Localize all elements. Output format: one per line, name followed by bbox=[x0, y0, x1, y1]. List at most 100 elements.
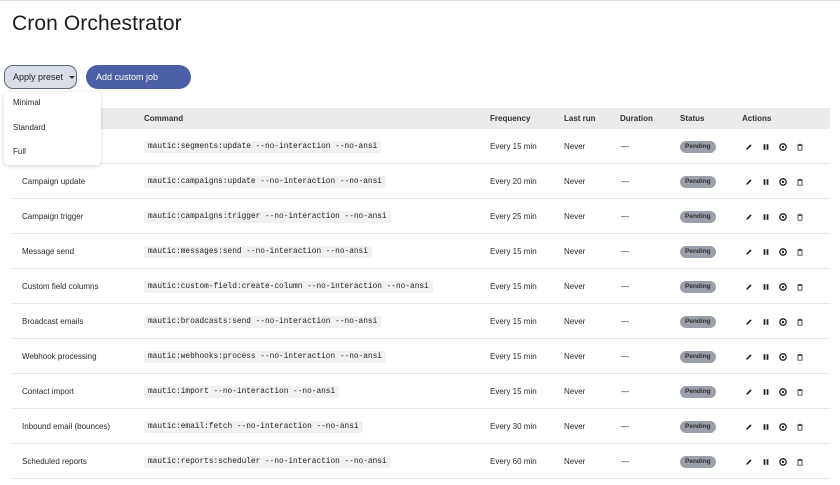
job-command: mautic:custom-field:create-column --no-i… bbox=[144, 280, 433, 293]
job-last-run: Never bbox=[564, 282, 586, 291]
top-divider bbox=[0, 0, 840, 1]
job-duration: — bbox=[621, 457, 629, 466]
play-circle-icon[interactable] bbox=[774, 417, 791, 436]
job-command: mautic:broadcasts:send --no-interaction … bbox=[144, 315, 382, 328]
trash-icon[interactable] bbox=[791, 277, 808, 296]
status-badge: Pending bbox=[680, 175, 716, 188]
pause-icon[interactable] bbox=[757, 277, 774, 296]
table-row: Custom field columns mautic:custom-field:… bbox=[12, 269, 830, 304]
pencil-icon[interactable] bbox=[740, 417, 757, 436]
pencil-icon[interactable] bbox=[740, 347, 757, 366]
play-circle-icon[interactable] bbox=[774, 382, 791, 401]
preset-option-standard[interactable]: Standard bbox=[13, 123, 45, 132]
job-duration: — bbox=[621, 282, 629, 291]
trash-icon[interactable] bbox=[791, 242, 808, 261]
add-custom-job-button[interactable]: Add custom job bbox=[86, 65, 191, 89]
job-duration: — bbox=[621, 352, 629, 361]
play-circle-icon[interactable] bbox=[774, 277, 791, 296]
pencil-icon[interactable] bbox=[740, 137, 757, 156]
play-circle-icon[interactable] bbox=[774, 242, 791, 261]
table-row: Campaign trigger mautic:campaigns:trigger… bbox=[12, 199, 830, 234]
job-duration: — bbox=[621, 212, 629, 221]
row-actions bbox=[740, 347, 808, 366]
table-row: Broadcast emails mautic:broadcasts:send -… bbox=[12, 304, 830, 339]
pencil-icon[interactable] bbox=[740, 382, 757, 401]
play-circle-icon[interactable] bbox=[774, 452, 791, 471]
play-circle-icon[interactable] bbox=[774, 312, 791, 331]
job-command: mautic:import --no-interaction --no-ansi bbox=[144, 385, 340, 398]
pencil-icon[interactable] bbox=[740, 277, 757, 296]
pause-icon[interactable] bbox=[757, 347, 774, 366]
pencil-icon[interactable] bbox=[740, 172, 757, 191]
job-command: mautic:webhooks:process --no-interaction… bbox=[144, 350, 386, 363]
header-command: Command bbox=[144, 114, 184, 123]
job-frequency: Every 15 min bbox=[490, 282, 537, 291]
status-badge: Pending bbox=[680, 385, 716, 398]
pencil-icon[interactable] bbox=[740, 207, 757, 226]
job-command: mautic:segments:update --no-interaction … bbox=[144, 140, 382, 153]
job-name: Custom field columns bbox=[22, 282, 99, 291]
job-name: Campaign update bbox=[22, 177, 86, 186]
job-last-run: Never bbox=[564, 422, 586, 431]
job-frequency: Every 15 min bbox=[490, 142, 537, 151]
job-frequency: Every 60 min bbox=[490, 457, 537, 466]
job-duration: — bbox=[621, 142, 629, 151]
pencil-icon[interactable] bbox=[740, 312, 757, 331]
trash-icon[interactable] bbox=[791, 207, 808, 226]
job-command: mautic:messages:send --no-interaction --… bbox=[144, 245, 372, 258]
trash-icon[interactable] bbox=[791, 347, 808, 366]
job-command: mautic:email:fetch --no-interaction --no… bbox=[144, 420, 363, 433]
job-name: Webhook processing bbox=[22, 352, 97, 361]
pause-icon[interactable] bbox=[757, 382, 774, 401]
play-circle-icon[interactable] bbox=[774, 172, 791, 191]
header-duration: Duration bbox=[620, 114, 653, 123]
status-badge: Pending bbox=[680, 455, 716, 468]
row-actions bbox=[740, 277, 808, 296]
pause-icon[interactable] bbox=[757, 417, 774, 436]
table-row: Campaign update mautic:campaigns:update -… bbox=[12, 164, 830, 199]
caret-down-icon bbox=[69, 75, 76, 79]
trash-icon[interactable] bbox=[791, 137, 808, 156]
preset-option-full[interactable]: Full bbox=[13, 147, 26, 156]
preset-option-minimal[interactable]: Minimal bbox=[13, 98, 41, 107]
status-badge: Pending bbox=[680, 245, 716, 258]
job-command: mautic:campaigns:update --no-interaction… bbox=[144, 175, 386, 188]
trash-icon[interactable] bbox=[791, 417, 808, 436]
header-frequency: Frequency bbox=[490, 114, 531, 123]
row-actions bbox=[740, 382, 808, 401]
pencil-icon[interactable] bbox=[740, 452, 757, 471]
job-frequency: Every 20 min bbox=[490, 177, 537, 186]
pause-icon[interactable] bbox=[757, 452, 774, 471]
job-name: Inbound email (bounces) bbox=[22, 422, 111, 431]
job-duration: — bbox=[621, 317, 629, 326]
pencil-icon[interactable] bbox=[740, 242, 757, 261]
trash-icon[interactable] bbox=[791, 382, 808, 401]
pause-icon[interactable] bbox=[757, 137, 774, 156]
page-title: Cron Orchestrator bbox=[12, 12, 182, 35]
job-command: mautic:reports:scheduler --no-interactio… bbox=[144, 455, 391, 468]
job-frequency: Every 15 min bbox=[490, 352, 537, 361]
jobs-table: Command Frequency Last run Duration Stat… bbox=[12, 108, 830, 479]
header-actions: Actions bbox=[742, 114, 772, 123]
pause-icon[interactable] bbox=[757, 172, 774, 191]
job-last-run: Never bbox=[564, 317, 586, 326]
row-actions bbox=[740, 312, 808, 331]
table-row: Message send mautic:messages:send --no-in… bbox=[12, 234, 830, 269]
play-circle-icon[interactable] bbox=[774, 207, 791, 226]
job-name: Broadcast emails bbox=[22, 317, 84, 326]
apply-preset-button[interactable]: Apply preset bbox=[4, 65, 77, 89]
job-last-run: Never bbox=[564, 142, 586, 151]
apply-preset-label: Apply preset bbox=[13, 72, 64, 82]
table-row: Scheduled reports mautic:reports:schedule… bbox=[12, 444, 830, 479]
play-circle-icon[interactable] bbox=[774, 347, 791, 366]
trash-icon[interactable] bbox=[791, 452, 808, 471]
table-row: Segment updatemautic:segments:update --n… bbox=[12, 129, 830, 164]
trash-icon[interactable] bbox=[791, 312, 808, 331]
table-row: Webhook processing mautic:webhooks:proces… bbox=[12, 339, 830, 374]
pause-icon[interactable] bbox=[757, 312, 774, 331]
pause-icon[interactable] bbox=[757, 242, 774, 261]
pause-icon[interactable] bbox=[757, 207, 774, 226]
trash-icon[interactable] bbox=[791, 172, 808, 191]
row-actions bbox=[740, 242, 808, 261]
play-circle-icon[interactable] bbox=[774, 137, 791, 156]
